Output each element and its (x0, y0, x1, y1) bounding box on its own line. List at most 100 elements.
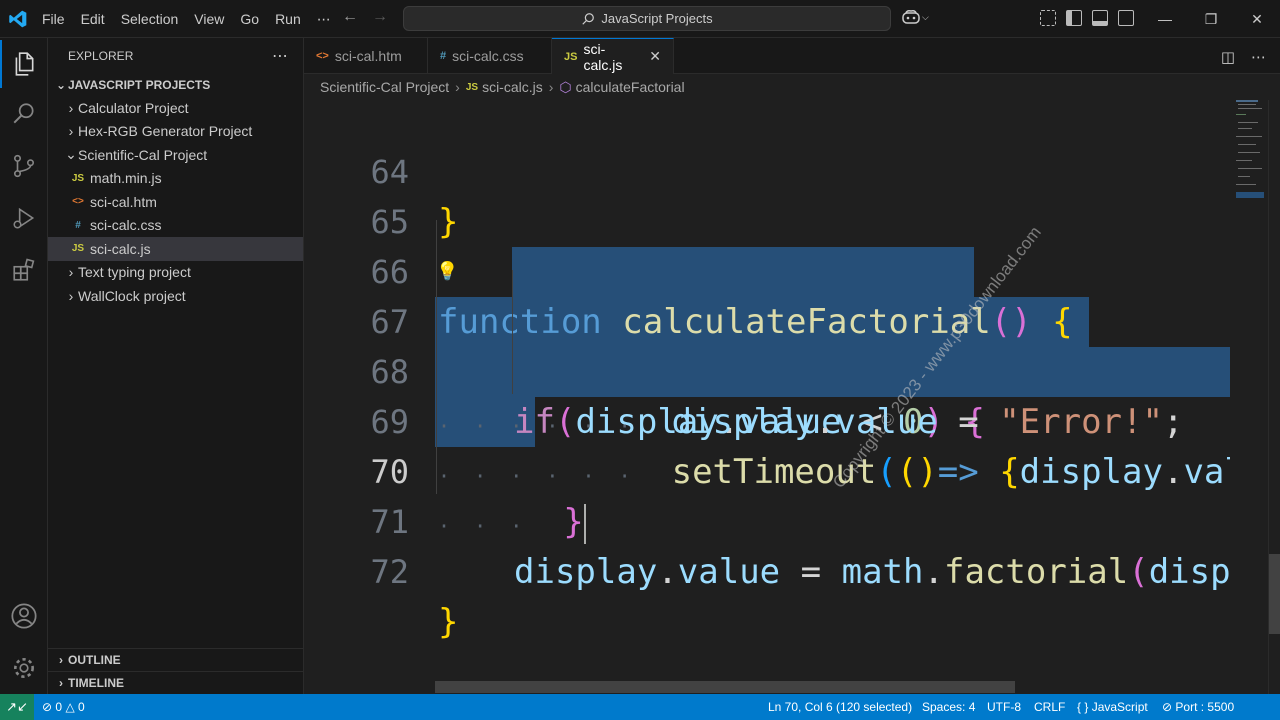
menu-go[interactable]: Go (232, 11, 267, 27)
port-label: Port : 5500 (1175, 700, 1235, 714)
extensions-activity[interactable] (0, 246, 48, 294)
chevron-down-icon: ⌄ (65, 146, 77, 163)
problems-indicator[interactable]: ⊘ 0 △ 0 (42, 694, 85, 720)
code-text: } (438, 602, 459, 642)
tree-item-sci-calc-css[interactable]: # sci-calc.css (48, 214, 303, 238)
tab-label: sci-calc.js (583, 40, 623, 73)
toggle-primary-sidebar-icon[interactable] (1066, 10, 1082, 26)
workspace-section[interactable]: ⌄ JAVASCRIPT PROJECTS (48, 74, 303, 96)
copilot-button[interactable]: ⌵ (902, 9, 929, 25)
outline-section[interactable]: › OUTLINE (48, 648, 304, 671)
run-debug-activity[interactable] (0, 194, 48, 242)
tree-item-label: sci-calc.css (90, 217, 162, 234)
outline-title: OUTLINE (68, 653, 121, 667)
tree-item-hex-rgb-project[interactable]: › Hex-RGB Generator Project (48, 120, 303, 144)
breadcrumb-folder[interactable]: Scientific-Cal Project (320, 79, 449, 95)
menu-run[interactable]: Run (267, 11, 309, 27)
horizontal-scrollbar[interactable] (435, 681, 1015, 693)
source-control-activity[interactable] (0, 142, 48, 190)
account-icon (11, 603, 37, 629)
nav-arrows: ← → (342, 8, 388, 26)
tree-item-math-min-js[interactable]: JS math.min.js (48, 167, 303, 191)
manage-activity[interactable] (0, 644, 48, 692)
status-bar: ↗↙ ⊘ 0 △ 0 Ln 70, Col 6 (120 selected) S… (0, 694, 1280, 720)
menu-file[interactable]: File (34, 11, 73, 27)
vertical-scrollbar[interactable] (1268, 100, 1280, 694)
files-icon (15, 52, 34, 76)
warning-icon: △ (65, 700, 75, 714)
explorer-activity[interactable] (0, 40, 48, 88)
tree-item-sci-cal-htm[interactable]: <> sci-cal.htm (48, 190, 303, 214)
code-line: 65 (304, 147, 1230, 241)
broadcast-icon: ⊘ (1162, 700, 1173, 714)
accounts-activity[interactable] (0, 592, 48, 640)
indent-guide (436, 220, 437, 494)
customize-layout-icon[interactable] (1040, 10, 1056, 26)
code-line: 72 } (304, 497, 1230, 642)
close-tab-icon[interactable]: ✕ (649, 48, 661, 65)
tab-label: sci-calc.css (452, 48, 524, 64)
code-line: 69 · · · · · · setTimeout(()=> {display.… (304, 347, 1230, 492)
tree-item-label: sci-calc.js (90, 240, 151, 257)
vscode-logo-icon (9, 10, 27, 28)
menu-view[interactable]: View (186, 11, 232, 27)
layout-controls (1040, 10, 1134, 26)
chevron-right-icon: › (455, 79, 460, 95)
minimap[interactable] (1230, 100, 1268, 694)
breadcrumb-file[interactable]: sci-calc.js (482, 79, 543, 95)
search-label: JavaScript Projects (601, 11, 713, 26)
forward-arrow-icon[interactable]: → (372, 8, 388, 26)
more-actions-icon[interactable]: ⋯ (1251, 48, 1266, 66)
language-mode[interactable]: { } JavaScript (1077, 694, 1148, 720)
tree-item-wallclock-project[interactable]: › WallClock project (48, 284, 303, 308)
timeline-section[interactable]: › TIMELINE (48, 671, 304, 694)
breadcrumb-symbol[interactable]: calculateFactorial (576, 79, 685, 95)
tree-item-scientific-cal-project[interactable]: ⌄ Scientific-Cal Project (48, 143, 303, 167)
menu-edit[interactable]: Edit (73, 11, 113, 27)
code-line: 67 💡 if(display.value < 0) { (304, 247, 1230, 442)
tree-item-calculator-project[interactable]: › Calculator Project (48, 96, 303, 120)
code-text: display.value = math.factorial(display (514, 552, 1230, 592)
toggle-secondary-sidebar-icon[interactable] (1118, 10, 1134, 26)
more-actions-icon[interactable]: ⋯ (272, 46, 289, 66)
explorer-title: EXPLORER (68, 49, 134, 63)
tab-sci-cal-htm[interactable]: <> sci-cal.htm (304, 38, 428, 74)
tree-item-sci-calc-js[interactable]: JS sci-calc.js (48, 237, 303, 261)
tab-sci-calc-js[interactable]: JS sci-calc.js ✕ (552, 38, 674, 74)
scrollbar-thumb[interactable] (1269, 554, 1280, 634)
code-editor[interactable]: 64 } 65 66 function calculateFactorial()… (304, 100, 1230, 694)
tab-sci-calc-css[interactable]: # sci-calc.css (428, 38, 552, 74)
tree-item-text-typing-project[interactable]: › Text typing project (48, 261, 303, 285)
menu-selection[interactable]: Selection (113, 11, 187, 27)
menu-more[interactable]: ⋯ (309, 11, 339, 28)
chevron-right-icon: › (59, 676, 63, 690)
lightbulb-icon[interactable]: 💡 (436, 247, 458, 297)
restore-icon[interactable]: ❐ (1188, 0, 1234, 38)
remote-indicator[interactable]: ↗↙ (0, 694, 34, 720)
tree-item-label: sci-cal.htm (90, 193, 157, 210)
end-of-line[interactable]: CRLF (1034, 694, 1065, 720)
copilot-icon (902, 10, 920, 24)
tree-item-label: WallClock project (78, 287, 186, 304)
search-activity[interactable] (0, 90, 48, 138)
indentation[interactable]: Spaces: 4 (922, 694, 975, 720)
editor-actions: ◫ ⋯ (1221, 48, 1266, 66)
search-icon (582, 12, 595, 25)
cursor-position[interactable]: Ln 70, Col 6 (120 selected) (768, 694, 912, 720)
encoding[interactable]: UTF-8 (987, 694, 1021, 720)
close-icon[interactable]: ✕ (1234, 0, 1280, 38)
code-line: 71 display.value = math.factorial(displa… (304, 447, 1230, 592)
breadcrumb: Scientific-Cal Project › JS sci-calc.js … (304, 74, 1280, 100)
title-bar: File Edit Selection View Go Run ⋯ ← → Ja… (0, 0, 1280, 38)
error-count: 0 (55, 700, 63, 714)
back-arrow-icon[interactable]: ← (342, 8, 358, 26)
split-editor-icon[interactable]: ◫ (1221, 48, 1235, 66)
command-center-search[interactable]: JavaScript Projects (403, 6, 891, 31)
minimize-icon[interactable]: — (1142, 0, 1188, 38)
tab-label: sci-cal.htm (334, 48, 402, 64)
toggle-panel-icon[interactable] (1092, 10, 1108, 26)
activity-bar (0, 38, 48, 694)
live-server-port[interactable]: ⊘ Port : 5500 (1162, 694, 1234, 720)
javascript-file-icon: JS (465, 81, 479, 93)
line-number: 72 (370, 553, 409, 591)
